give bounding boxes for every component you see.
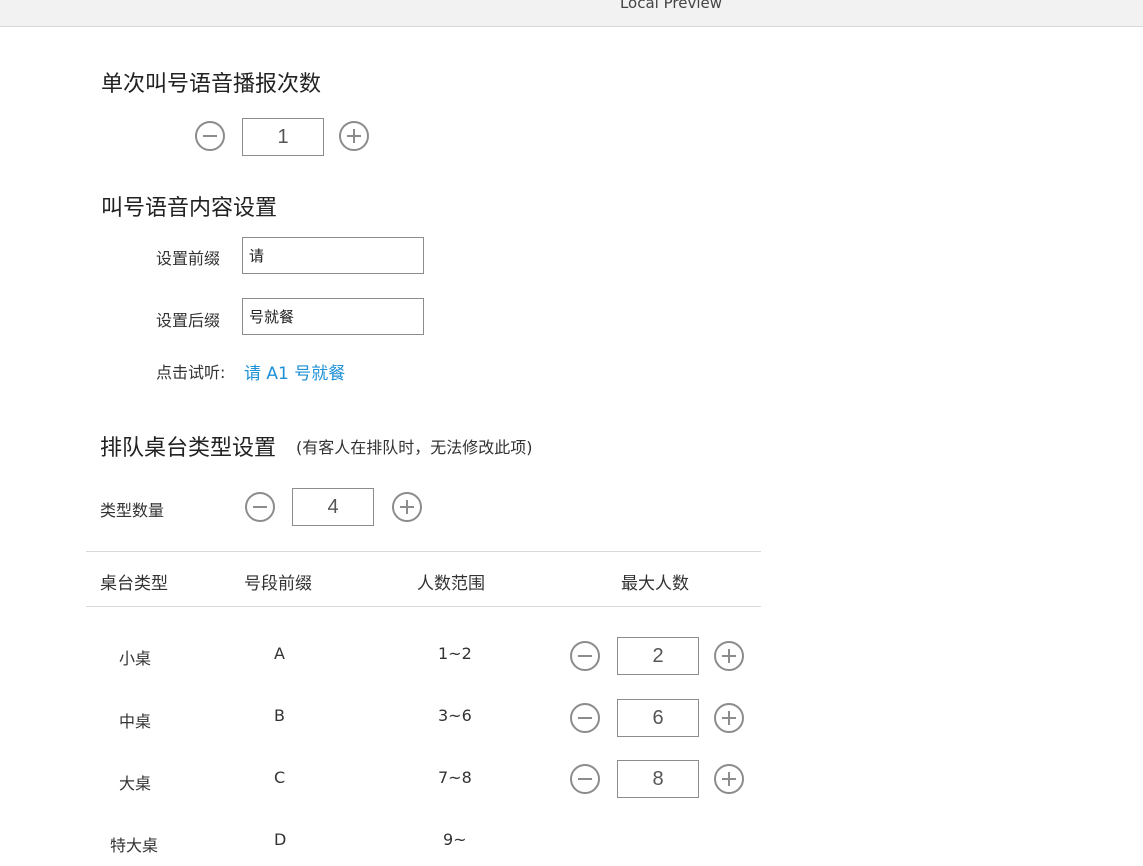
row-max-value[interactable]: 2 (617, 637, 699, 675)
row-range: 9~ (443, 830, 467, 849)
prefix-label: 设置前缀 (156, 249, 221, 268)
window-title: Local Preview (619, 0, 723, 12)
table-top-divider (86, 551, 761, 552)
row-max-increment-button[interactable] (714, 703, 744, 733)
row-max-decrement-button[interactable] (570, 764, 600, 794)
column-header-prefix: 号段前缀 (244, 574, 312, 594)
prefix-input[interactable] (242, 237, 424, 274)
broadcast-count-heading: 单次叫号语音播报次数 (101, 72, 322, 97)
row-type: 中桌 (119, 712, 152, 731)
row-range: 3~6 (438, 706, 472, 725)
table-type-heading: 排队桌台类型设置 (100, 436, 277, 461)
row-max-value[interactable]: 8 (617, 760, 699, 798)
type-count-value[interactable]: 4 (292, 488, 374, 526)
row-max-decrement-button[interactable] (570, 641, 600, 671)
row-max-increment-button[interactable] (714, 764, 744, 794)
column-header-max: 最大人数 (621, 574, 689, 594)
row-prefix: B (274, 706, 285, 725)
suffix-label: 设置后缀 (156, 311, 221, 330)
row-type: 小桌 (119, 649, 152, 668)
table-type-note: (有客人在排队时，无法修改此项) (296, 438, 533, 457)
row-prefix: D (274, 830, 287, 849)
row-max-increment-button[interactable] (714, 641, 744, 671)
preview-label: 点击试听: (156, 363, 226, 382)
broadcast-count-value[interactable]: 1 (242, 118, 324, 156)
row-range: 7~8 (438, 768, 472, 787)
preview-link[interactable]: 请 A1 号就餐 (244, 359, 345, 384)
row-max-value[interactable]: 6 (617, 699, 699, 737)
plus-icon (353, 129, 355, 143)
row-max-decrement-button[interactable] (570, 703, 600, 733)
plus-icon (728, 711, 730, 725)
voice-content-heading: 叫号语音内容设置 (101, 196, 278, 221)
broadcast-increment-button[interactable] (339, 121, 369, 151)
row-prefix: A (274, 644, 285, 663)
row-prefix: C (274, 768, 286, 787)
row-range: 1~2 (438, 644, 472, 663)
plus-icon (406, 500, 408, 514)
table-header-divider (86, 606, 761, 607)
plus-icon (728, 649, 730, 663)
broadcast-decrement-button[interactable] (195, 121, 225, 151)
window-titlebar: Local Preview (0, 0, 1143, 27)
column-header-range: 人数范围 (417, 574, 485, 594)
row-type: 特大桌 (110, 836, 159, 855)
minus-icon (578, 778, 592, 780)
minus-icon (253, 506, 267, 508)
column-header-type: 桌台类型 (100, 574, 168, 594)
suffix-input[interactable] (242, 298, 424, 335)
type-count-increment-button[interactable] (392, 492, 422, 522)
type-count-decrement-button[interactable] (245, 492, 275, 522)
minus-icon (578, 717, 592, 719)
type-count-label: 类型数量 (100, 501, 165, 520)
plus-icon (728, 772, 730, 786)
minus-icon (578, 655, 592, 657)
row-type: 大桌 (119, 774, 152, 793)
minus-icon (203, 135, 217, 137)
